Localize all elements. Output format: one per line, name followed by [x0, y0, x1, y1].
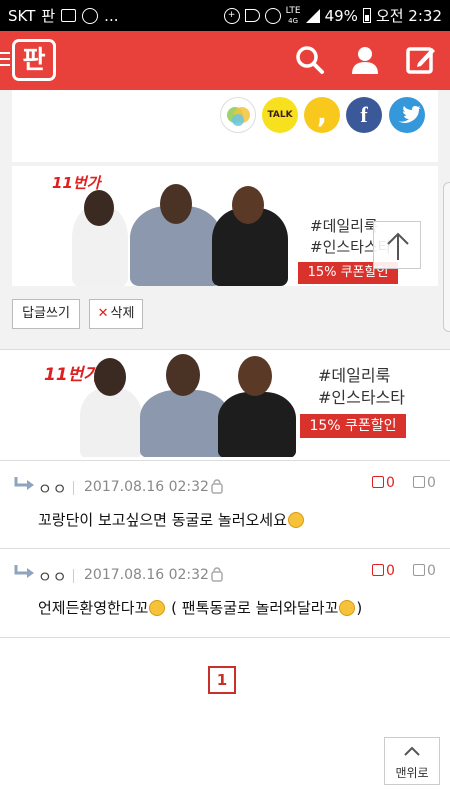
comment-author: ㅇㅇ	[38, 568, 68, 586]
user-icon[interactable]	[350, 45, 380, 75]
smile-emoji-icon	[339, 600, 356, 616]
page-1-button[interactable]: 1	[208, 666, 236, 694]
upvote-count: 0	[386, 475, 395, 491]
banner-tag-insta: #인스타스타	[318, 388, 406, 407]
twitter-share-button[interactable]	[389, 97, 425, 133]
app-header: 판	[0, 31, 450, 90]
model-head	[166, 354, 200, 396]
model-image	[218, 392, 296, 457]
downvote-count: 0	[427, 475, 436, 491]
ad-banner-bottom[interactable]: 11번가 #데일리룩 #인스타스타 15% 쿠폰할인	[0, 349, 450, 457]
arrow-up-icon	[387, 232, 409, 260]
comment-item: ㅇㅇ 2017.08.16 02:32 꼬랑단이 보고싶으면 동굴로 놀러오세요…	[0, 460, 450, 548]
twitter-bird-icon	[398, 106, 421, 123]
separator	[73, 569, 74, 583]
mute-icon	[244, 9, 260, 22]
comment-date: 2017.08.16 02:32	[84, 479, 209, 495]
share-bar: TALK , f	[12, 90, 438, 162]
model-head	[94, 358, 126, 396]
alarm-icon	[264, 7, 281, 24]
kakaotalk-share-button[interactable]: TALK	[262, 97, 298, 133]
report-icon[interactable]	[210, 479, 224, 495]
comment-text-part: )	[356, 599, 363, 617]
comment-text-part: 언제든환영한다꼬	[38, 599, 149, 617]
search-icon[interactable]	[295, 45, 325, 75]
battery-percent: 49%	[324, 6, 358, 25]
network-sub-label: 4G	[288, 16, 299, 25]
scroll-top-float-button[interactable]	[373, 221, 421, 269]
network-label: LTE	[285, 5, 301, 16]
data-saver-icon: +	[223, 7, 240, 24]
model-head	[232, 186, 264, 224]
carrier-label: SKT	[8, 6, 36, 25]
kakaopage-share-button[interactable]: ,	[304, 97, 340, 133]
downvote-button[interactable]: 0	[413, 475, 436, 491]
more-indicator: ...	[104, 6, 119, 25]
back-to-top-button[interactable]: 맨위로	[384, 737, 440, 785]
comment-text-part: 꼬랑단이 보고싶으면 동굴로 놀러오세요	[38, 511, 287, 529]
coupon-label: 15% 쿠폰할인	[300, 414, 406, 438]
signal-icon	[305, 8, 320, 23]
downvote-count: 0	[427, 563, 436, 579]
comment-item: ㅇㅇ 2017.08.16 02:32 언제든환영한다꼬 ( 팬톡동굴로 놀러와…	[0, 548, 450, 636]
comment-text: 언제든환영한다꼬 ( 팬톡동굴로 놀러와달라꼬)	[38, 597, 362, 618]
pan-logo[interactable]: 판	[12, 39, 56, 81]
delete-button[interactable]: ✕ 삭제	[89, 299, 143, 329]
model-image	[140, 390, 230, 457]
model-head	[160, 184, 192, 224]
gallery-icon	[61, 9, 77, 22]
smile-emoji-icon	[149, 600, 166, 616]
comment-text-part: ( 팬톡동굴로 놀러와달라꼬	[166, 599, 339, 617]
battery-icon	[362, 8, 371, 23]
pan-app-icon: 판	[41, 7, 56, 25]
delete-label: 삭제	[110, 306, 135, 321]
reply-arrow-icon	[14, 477, 34, 490]
thumbs-up-icon	[372, 476, 384, 488]
banner-tag-daily: #데일리룩	[310, 217, 378, 235]
model-head	[84, 190, 114, 226]
reply-button[interactable]: 답글쓰기	[12, 299, 80, 329]
talk-icon	[82, 7, 99, 24]
divider	[0, 637, 450, 638]
smile-emoji-icon	[287, 512, 304, 528]
status-bar: SKT 판 ... + LTE 4G 49% 오전 2:32	[0, 0, 450, 31]
clock: 오전 2:32	[375, 7, 442, 25]
upvote-button[interactable]: 0	[372, 475, 395, 491]
model-head	[238, 356, 272, 396]
downvote-button[interactable]: 0	[413, 563, 436, 579]
thumbs-down-icon	[413, 476, 425, 488]
close-icon: ✕	[97, 306, 109, 321]
reply-arrow-icon	[14, 565, 34, 578]
upvote-button[interactable]: 0	[372, 563, 395, 579]
comment-author: ㅇㅇ	[38, 480, 68, 498]
upvote-count: 0	[386, 563, 395, 579]
facebook-share-button[interactable]: f	[346, 97, 382, 133]
comment-list: ㅇㅇ 2017.08.16 02:32 꼬랑단이 보고싶으면 동굴로 놀러오세요…	[0, 460, 450, 636]
comment-date: 2017.08.16 02:32	[84, 567, 209, 583]
brand-logo: 11번가	[44, 365, 99, 385]
separator	[73, 481, 74, 495]
thumbs-up-icon	[372, 564, 384, 576]
side-drawer-handle[interactable]	[443, 182, 450, 332]
back-to-top-label: 맨위로	[395, 766, 429, 780]
brand-logo: 11번가	[52, 174, 101, 192]
model-image	[80, 388, 142, 457]
write-icon[interactable]	[406, 45, 436, 75]
comment-text: 꼬랑단이 보고싶으면 동굴로 놀러오세요	[38, 509, 305, 530]
menu-icon[interactable]	[0, 52, 10, 68]
chevron-up-icon	[404, 746, 420, 756]
thumbs-down-icon	[413, 564, 425, 576]
report-icon[interactable]	[210, 567, 224, 583]
kakaostory-share-button[interactable]	[220, 97, 256, 133]
kakaostory-icon	[227, 107, 250, 126]
banner-tag-daily: #데일리룩	[318, 366, 391, 385]
